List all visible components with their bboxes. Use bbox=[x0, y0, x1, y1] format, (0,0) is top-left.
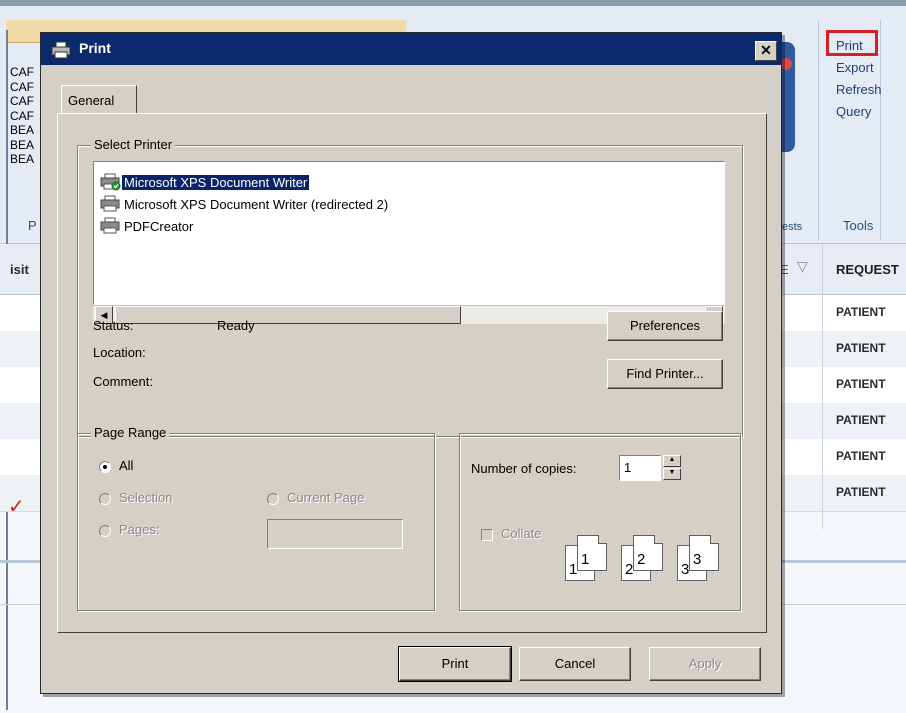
printer-name: Microsoft XPS Document Writer bbox=[122, 174, 310, 190]
copies-up-button[interactable]: ▲ bbox=[663, 455, 681, 467]
table-cell-request: PATIENT bbox=[836, 377, 886, 391]
radio-pages bbox=[99, 525, 111, 537]
copies-down-button[interactable]: ▼ bbox=[663, 468, 681, 480]
status-value: Ready bbox=[217, 318, 255, 333]
checkmark-icon: ✓ bbox=[8, 496, 25, 518]
window-top-border bbox=[0, 0, 906, 6]
ribbon-group-divider bbox=[818, 20, 819, 240]
radio-current-page bbox=[267, 493, 279, 505]
dialog-title: Print bbox=[79, 40, 111, 56]
table-cell-request: PATIENT bbox=[836, 305, 886, 319]
table-cell-request: PATIENT bbox=[836, 413, 886, 427]
code-item: BEA bbox=[10, 137, 35, 152]
close-button[interactable]: ✕ bbox=[755, 41, 777, 61]
radio-all[interactable] bbox=[99, 461, 111, 473]
printer-item-pdfcreator[interactable]: PDFCreator bbox=[100, 216, 195, 236]
tools-export-link[interactable]: Export bbox=[836, 57, 882, 79]
radio-selection bbox=[99, 493, 111, 505]
preferences-button[interactable]: Preferences bbox=[607, 311, 723, 341]
printer-icon bbox=[100, 195, 120, 212]
collate-checkbox bbox=[481, 529, 493, 541]
printer-name: PDFCreator bbox=[124, 218, 194, 234]
page-stack-icon: 3 bbox=[689, 535, 719, 571]
table-cell-request: PATIENT bbox=[836, 485, 886, 499]
scrollbar-thumb[interactable] bbox=[115, 306, 461, 324]
status-label: Status: bbox=[93, 318, 134, 333]
table-cell-request: PATIENT bbox=[836, 449, 886, 463]
printer-name: Microsoft XPS Document Writer (redirecte… bbox=[124, 196, 389, 212]
column-header-request[interactable]: REQUEST bbox=[836, 262, 899, 277]
default-printer-icon bbox=[100, 173, 121, 191]
copies-group bbox=[459, 433, 741, 611]
print-button[interactable]: Print bbox=[398, 646, 512, 682]
column-divider bbox=[822, 244, 823, 529]
printer-item-xps[interactable]: Microsoft XPS Document Writer bbox=[100, 172, 310, 192]
printer-item-xps-redirected[interactable]: Microsoft XPS Document Writer (redirecte… bbox=[100, 194, 390, 214]
location-label: Location: bbox=[93, 345, 146, 360]
ribbon-code-list: CAF CAF CAF CAF BEA BEA BEA bbox=[10, 65, 35, 167]
page-number: 2 bbox=[637, 551, 646, 568]
print-dialog: Print ✕ General Select Printer Microsoft… bbox=[40, 32, 782, 694]
tools-group-label: Tools bbox=[843, 218, 874, 233]
tab-general[interactable]: General bbox=[61, 85, 137, 113]
dialog-titlebar[interactable]: Print ✕ bbox=[41, 33, 781, 65]
printer-list[interactable]: Microsoft XPS Document Writer Microsoft … bbox=[93, 161, 725, 305]
tools-refresh-link[interactable]: Refresh bbox=[836, 79, 882, 101]
code-item: CAF bbox=[10, 108, 34, 123]
ribbon-group-label: P bbox=[28, 218, 37, 233]
radio-all-label: All bbox=[119, 458, 134, 473]
page-range-legend: Page Range bbox=[91, 425, 170, 440]
select-printer-legend: Select Printer bbox=[91, 137, 176, 152]
collate-label: Collate bbox=[501, 526, 542, 541]
cancel-button[interactable]: Cancel bbox=[519, 647, 631, 681]
page-number: 3 bbox=[693, 551, 702, 568]
apply-button: Apply bbox=[649, 647, 761, 681]
ribbon-group-label-ests: ests bbox=[782, 221, 803, 233]
number-of-copies-label: Number of copies: bbox=[471, 461, 577, 476]
code-item: CAF bbox=[10, 94, 34, 108]
code-item: CAF bbox=[10, 65, 34, 79]
find-printer-button[interactable]: Find Printer... bbox=[607, 359, 723, 389]
page-stack-icon: 2 bbox=[633, 535, 663, 571]
column-header-visit[interactable]: isit bbox=[10, 262, 29, 277]
printer-icon bbox=[51, 41, 71, 59]
comment-label: Comment: bbox=[93, 374, 153, 389]
radio-pages-label: Pages: bbox=[119, 522, 160, 537]
filter-icon[interactable]: ▽ bbox=[797, 258, 808, 275]
printer-icon bbox=[100, 217, 120, 234]
page-number: 1 bbox=[581, 551, 590, 568]
code-item: CAF bbox=[10, 79, 34, 94]
radio-current-page-label: Current Page bbox=[287, 490, 365, 505]
print-highlight-box bbox=[826, 30, 878, 56]
table-cell-request: PATIENT bbox=[836, 341, 886, 355]
pages-input bbox=[267, 519, 403, 549]
radio-selection-label: Selection bbox=[119, 490, 173, 505]
code-item: BEA bbox=[10, 123, 35, 137]
tools-query-link[interactable]: Query bbox=[836, 101, 882, 123]
copies-input[interactable]: 1 bbox=[619, 455, 661, 481]
page-stack-icon: 1 bbox=[577, 535, 607, 571]
code-item: BEA bbox=[10, 152, 35, 166]
